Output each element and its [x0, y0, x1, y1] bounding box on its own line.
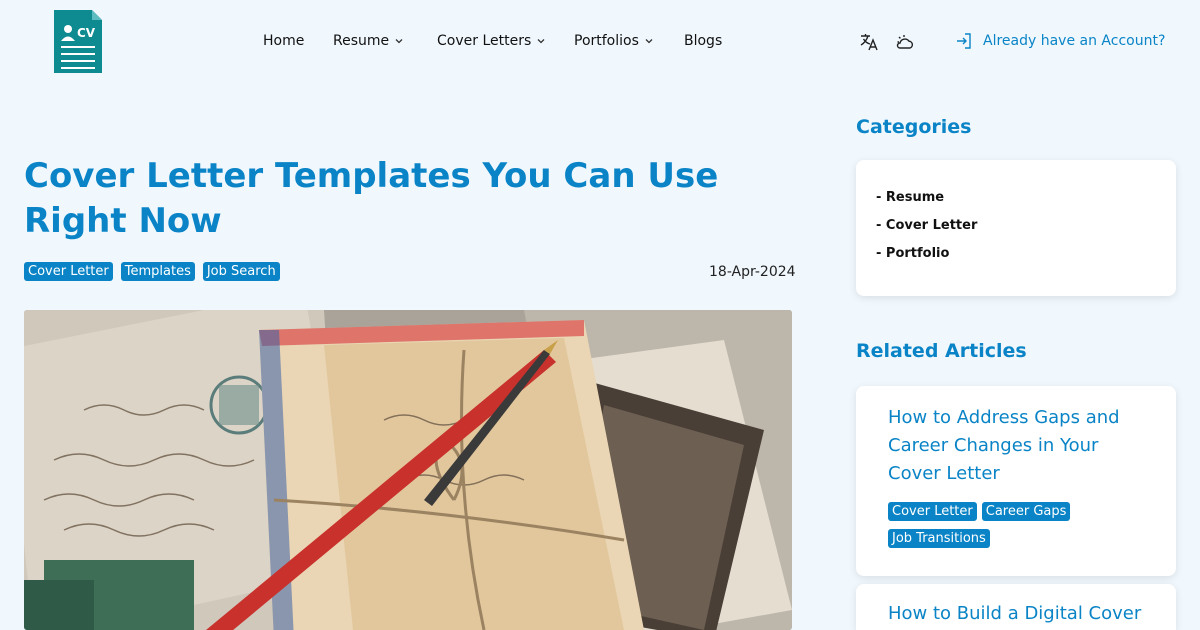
nav-blogs-label: Blogs — [684, 33, 723, 49]
category-portfolio[interactable]: - Portfolio — [876, 240, 1156, 268]
chevron-down-icon — [645, 39, 653, 44]
tag-career-gaps[interactable]: Career Gaps — [981, 502, 1071, 521]
logo-text: CV — [77, 26, 96, 40]
related-article-card[interactable]: How to Build a Digital Cover — [856, 584, 1176, 630]
category-resume[interactable]: - Resume — [876, 184, 1156, 212]
tag-cover-letter[interactable]: Cover Letter — [24, 262, 113, 281]
related-article-title[interactable]: How to Build a Digital Cover — [888, 600, 1144, 628]
nav-resume[interactable]: Resume — [333, 33, 404, 49]
nav-resume-label: Resume — [333, 33, 390, 49]
nav-home-label: Home — [263, 33, 305, 49]
tag-cover-letter[interactable]: Cover Letter — [888, 502, 977, 521]
article-title: Cover Letter Templates You Can Use Right… — [24, 156, 719, 241]
nav-portfolios-label: Portfolios — [574, 33, 639, 49]
nav-portfolios[interactable]: Portfolios — [574, 33, 654, 49]
nav-home[interactable]: Home — [263, 33, 304, 49]
chevron-down-icon — [395, 39, 403, 44]
login-label: Already have an Account? — [983, 33, 1166, 49]
related-article-title[interactable]: How to Address Gaps and Career Changes i… — [888, 404, 1144, 488]
article-date: 18-Apr-2024 — [709, 264, 796, 280]
related-article-card[interactable]: How to Address Gaps and Career Changes i… — [856, 386, 1176, 576]
login-icon — [957, 33, 971, 49]
tag-job-search[interactable]: Job Search — [202, 262, 280, 281]
theme-toggle-icon[interactable] — [895, 32, 915, 52]
tag-job-transitions[interactable]: Job Transitions — [888, 529, 990, 548]
login-link[interactable]: Already have an Account? — [955, 32, 1165, 50]
nav-blogs[interactable]: Blogs — [684, 33, 722, 49]
categories-card: - Resume - Cover Letter - Portfolio — [856, 160, 1176, 296]
translate-icon[interactable] — [859, 32, 879, 52]
hero-image — [24, 310, 792, 630]
article-tags: Cover Letter Templates Job Search — [24, 262, 280, 281]
cv-logo[interactable]: CV — [54, 10, 102, 73]
chevron-down-icon — [537, 39, 545, 44]
category-cover-letter[interactable]: - Cover Letter — [876, 212, 1156, 240]
nav-cover-letters-label: Cover Letters — [437, 33, 532, 49]
categories-heading: Categories — [856, 116, 972, 138]
tag-templates[interactable]: Templates — [120, 262, 195, 281]
top-navigation: CV Home Resume Cover Letters Portfolios … — [0, 0, 1200, 84]
nav-cover-letters[interactable]: Cover Letters — [437, 33, 546, 49]
related-articles-heading: Related Articles — [856, 340, 1027, 362]
related-article-tags: Cover Letter Career Gaps Job Transitions — [888, 502, 1088, 548]
